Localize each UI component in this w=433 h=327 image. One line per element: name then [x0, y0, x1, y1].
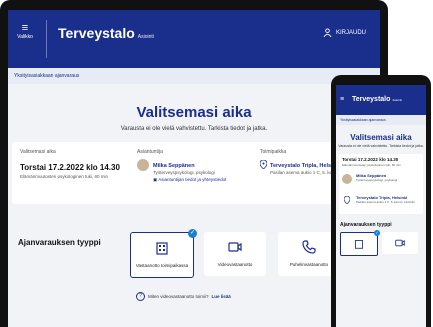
info-icon: ▣: [153, 177, 158, 182]
phone-subtitle: Varausta ei ole vielä vahvistettu. Tarki…: [338, 144, 424, 148]
expert-link-label: Asiantuntijan tiedot ja yhteystiedot: [158, 177, 227, 182]
breadcrumb[interactable]: Yksityisasiakkaan ajanvaraus: [8, 68, 380, 84]
laptop-screen: ≡ Valikko Terveystalo Asiointi KIRJAUDU Y…: [8, 10, 380, 327]
phone-avatar: [342, 174, 352, 184]
summary-card: Valitsemasi aika Torstai 17.2.2022 klo 1…: [12, 142, 376, 204]
brand-name: Terveystalo: [58, 25, 135, 41]
phone-breadcrumb[interactable]: Yksityisasiakkaan ajanvaraus: [336, 115, 426, 125]
phone-brand-sub: Asiointi: [392, 98, 403, 102]
phone-icon: [302, 240, 316, 254]
building-icon: [156, 242, 168, 255]
phone-duration: Elämänmuutosten psykologinen tuki, 60 mi…: [342, 163, 401, 167]
booking-type-title: Ajanvarauksen tyyppi: [18, 238, 101, 247]
expert-name: Milka Seppänen: [153, 163, 195, 169]
video-help: ? Miten videovastaanotto toimii? Lue lis…: [136, 292, 231, 301]
page-subtitle: Varausta ei ole vielä vahvistettu. Tarki…: [120, 126, 268, 132]
phone-summary-card: Torstai 17.2.2022 klo 14.30 Elämänmuutos…: [339, 154, 423, 214]
user-icon: [323, 28, 332, 37]
brand-logo[interactable]: Terveystalo Asiointi: [58, 25, 154, 41]
menu-button[interactable]: ≡ Valikko: [12, 22, 38, 40]
phone-location-address: Pasilan asema aukio 1 C, 5. kerros, Hels…: [356, 200, 415, 204]
phone-option-clinic[interactable]: ✓: [340, 230, 380, 256]
phone-brand-name: Terveystalo: [352, 96, 391, 103]
phone-location-row: Terveystalo Tripla, Helsinki Pasilan ase…: [342, 195, 420, 211]
menu-label: Valikko: [17, 34, 33, 40]
help-text: Miten videovastaanotto toimii?: [148, 294, 209, 299]
location-pin-icon: [260, 160, 267, 169]
appointment-datetime: Torstai 17.2.2022 klo 14.30: [20, 163, 120, 172]
phone-frame: ≡ Terveystalo Asiointi Yksityisasiakkaan …: [331, 75, 431, 327]
header-divider: [46, 20, 47, 58]
question-icon: ?: [136, 292, 145, 301]
check-icon: ✓: [188, 229, 197, 238]
phone-datetime: Torstai 17.2.2022 klo 14.30: [342, 157, 399, 162]
phone-type-title: Ajanvarauksen tyyppi: [340, 222, 392, 228]
appointment-duration: Elämänmuutosten psykologinen tuki, 60 mi…: [20, 174, 109, 179]
time-column: Valitsemasi aika Torstai 17.2.2022 klo 1…: [20, 149, 120, 179]
login-label: KIRJAUDU: [335, 29, 366, 36]
phone-check-icon: ✓: [374, 230, 380, 236]
expert-role: Työterveyspsykologi, psykologi: [153, 170, 215, 175]
phone-page-title: Valitsemasi aika: [350, 133, 412, 142]
phone-building-icon: [355, 240, 363, 249]
login-button[interactable]: KIRJAUDU: [323, 28, 366, 37]
phone-expert-row: Milka Seppänen Työterveyspsykologi, psyk…: [342, 173, 420, 189]
phone-video-icon: [395, 239, 405, 247]
phone-hamburger-icon[interactable]: ≡: [340, 96, 344, 103]
expert-column: Asiantuntija Milka Seppänen Työterveysps…: [137, 149, 242, 183]
phone-option-video[interactable]: [382, 232, 418, 254]
phone-location-pin-icon: [344, 196, 350, 204]
top-bar: ≡ Valikko Terveystalo Asiointi KIRJAUDU: [8, 10, 380, 68]
option-video-label: Videovastaanotto: [217, 262, 253, 267]
video-icon: [228, 242, 242, 252]
read-more-link[interactable]: Lue lisää: [212, 294, 231, 299]
option-video[interactable]: Videovastaanotto: [204, 232, 266, 276]
phone-screen: ≡ Terveystalo Asiointi Yksityisasiakkaan …: [336, 85, 426, 327]
brand-sub: Asiointi: [137, 34, 154, 40]
phone-options: ✓: [336, 230, 426, 256]
option-clinic[interactable]: ✓ Vastaanotto toimipaikassa: [130, 229, 197, 278]
option-clinic-label: Vastaanotto toimipaikassa: [135, 263, 189, 268]
expert-heading: Asiantuntija: [137, 149, 163, 155]
avatar: [137, 159, 149, 171]
phone-top-bar: ≡ Terveystalo Asiointi: [336, 85, 426, 115]
page-title: Valitsemasi aika: [136, 104, 252, 121]
laptop-frame: ≡ Valikko Terveystalo Asiointi KIRJAUDU Y…: [0, 0, 388, 327]
expert-info-link[interactable]: ▣ Asiantuntijan tiedot ja yhteystiedot: [153, 177, 242, 183]
hamburger-icon: ≡: [21, 22, 29, 34]
phone-brand-logo[interactable]: Terveystalo Asiointi: [352, 96, 402, 103]
phone-expert-role: Työterveyspsykologi, psykologi: [356, 178, 398, 182]
time-heading: Valitsemasi aika: [20, 149, 56, 155]
